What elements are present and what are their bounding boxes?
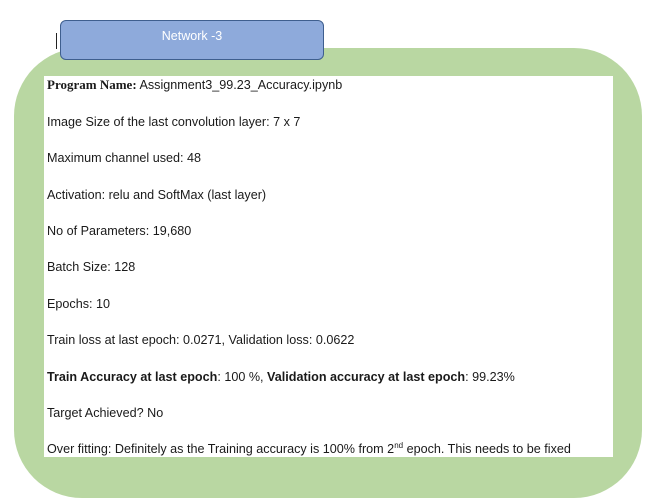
max-channel-line: Maximum channel used: 48	[47, 151, 202, 165]
accuracy-line: Train Accuracy at last epoch: 100 %, Val…	[47, 368, 515, 386]
program-name-value: Assignment3_99.23_Accuracy.ipynb	[136, 78, 343, 92]
overfitting-line: Over fitting: Definitely as the Training…	[47, 440, 571, 458]
loss-line: Train loss at last epoch: 0.0271, Valida…	[47, 333, 355, 347]
batch-size-line: Batch Size: 128	[47, 260, 136, 274]
train-accuracy-label: Train Accuracy at last epoch	[47, 370, 218, 384]
ordinal-suffix: nd	[394, 440, 404, 450]
network-title-box: Network -3	[60, 20, 324, 60]
validation-accuracy-value: : 99.23%	[465, 370, 515, 384]
text-cursor	[56, 33, 57, 49]
program-name-label: Program Name:	[47, 77, 137, 92]
target-line: Target Achieved? No	[47, 406, 164, 420]
params-line: No of Parameters: 19,680	[47, 224, 192, 238]
train-accuracy-value: : 100 %,	[217, 370, 268, 384]
program-name-line: Program Name: Assignment3_99.23_Accuracy…	[47, 76, 342, 94]
epochs-line: Epochs: 10	[47, 297, 111, 311]
validation-accuracy-label: Validation accuracy at last epoch	[267, 370, 466, 384]
activation-line: Activation: relu and SoftMax (last layer…	[47, 188, 267, 202]
network-details-panel: Program Name: Assignment3_99.23_Accuracy…	[44, 76, 613, 457]
image-size-line: Image Size of the last convolution layer…	[47, 115, 301, 129]
overfitting-text-start: Over fitting: Definitely as the Training…	[47, 442, 395, 456]
network-title: Network -3	[161, 29, 223, 43]
overfitting-text-end: epoch. This needs to be fixed	[403, 442, 571, 456]
